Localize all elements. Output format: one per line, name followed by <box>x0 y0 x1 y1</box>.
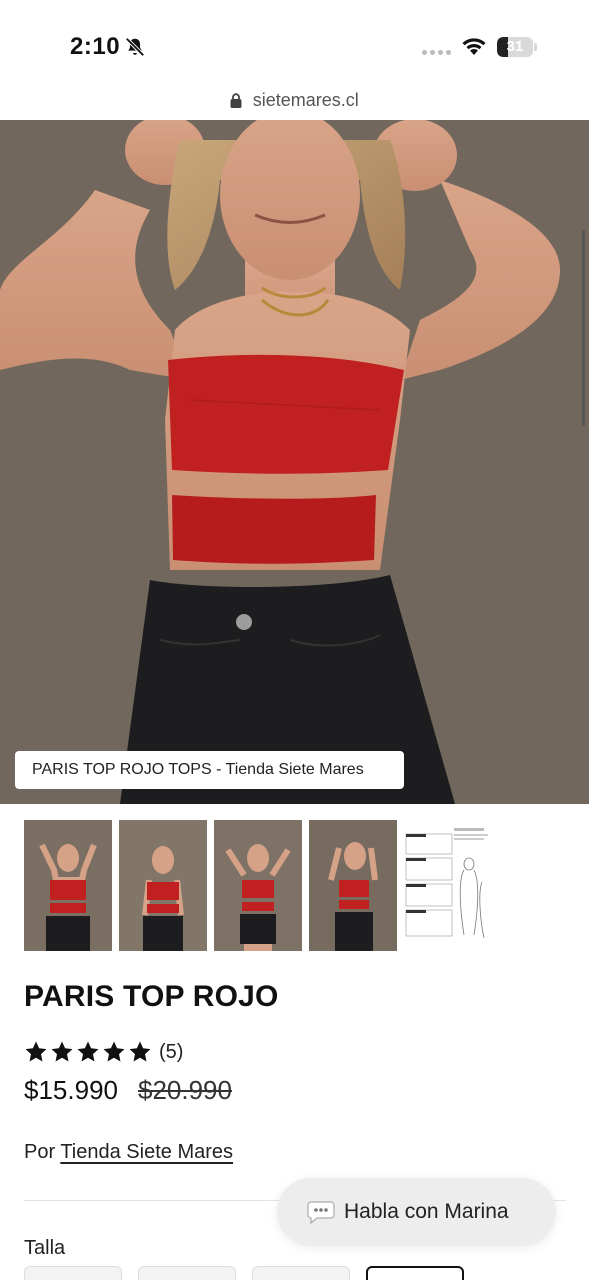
thumbnail-2[interactable] <box>119 820 207 951</box>
size-options <box>24 1266 464 1280</box>
bell-off-icon <box>125 37 145 57</box>
model-photo <box>0 120 589 804</box>
chat-bubble-icon <box>307 1201 335 1224</box>
image-caption: PARIS TOP ROJO TOPS - Tienda Siete Mares <box>15 751 404 789</box>
size-option[interactable] <box>252 1266 350 1280</box>
size-option[interactable] <box>138 1266 236 1280</box>
vendor-link[interactable]: Tienda Siete Mares <box>60 1141 233 1163</box>
battery-icon: 31 <box>497 37 537 57</box>
star-icon <box>129 1041 151 1062</box>
sale-price: $15.990 <box>24 1075 118 1105</box>
status-bar: 2:10 31 <box>0 0 589 90</box>
scroll-indicator <box>582 230 585 426</box>
star-icon <box>77 1041 99 1062</box>
chat-label: Habla con Marina <box>344 1200 509 1223</box>
thumbnail-size-chart[interactable] <box>404 820 492 951</box>
wifi-icon <box>462 38 486 55</box>
cell-signal-icon <box>422 50 451 55</box>
rating[interactable]: (5) <box>24 1040 183 1064</box>
status-time: 2:10 <box>70 33 121 60</box>
thumbnail-3[interactable] <box>214 820 302 951</box>
vendor-line: Por Tienda Siete Mares <box>24 1141 233 1164</box>
star-icon <box>103 1041 125 1062</box>
url-bar[interactable]: sietemares.cl <box>0 90 589 120</box>
star-icon <box>25 1041 47 1062</box>
product-title: PARIS TOP ROJO <box>24 980 279 1013</box>
rating-stars <box>24 1040 154 1064</box>
size-label: Talla <box>24 1237 66 1259</box>
chat-button[interactable]: Habla con Marina <box>277 1178 556 1246</box>
compare-price: $20.990 <box>137 1075 232 1105</box>
product-main-image[interactable]: PARIS TOP ROJO TOPS - Tienda Siete Mares <box>0 120 589 804</box>
thumbnail-4[interactable] <box>309 820 397 951</box>
lock-icon <box>230 93 242 108</box>
size-option[interactable] <box>24 1266 122 1280</box>
star-icon <box>51 1041 73 1062</box>
vendor-prefix: Por <box>24 1141 56 1163</box>
thumbnail-strip <box>24 820 492 951</box>
battery-percent: 31 <box>506 38 524 55</box>
thumbnail-1[interactable] <box>24 820 112 951</box>
size-option-selected[interactable] <box>366 1266 464 1280</box>
rating-count: (5) <box>159 1040 184 1063</box>
url-domain: sietemares.cl <box>252 90 359 110</box>
price-row: $15.990 $20.990 <box>24 1075 232 1106</box>
